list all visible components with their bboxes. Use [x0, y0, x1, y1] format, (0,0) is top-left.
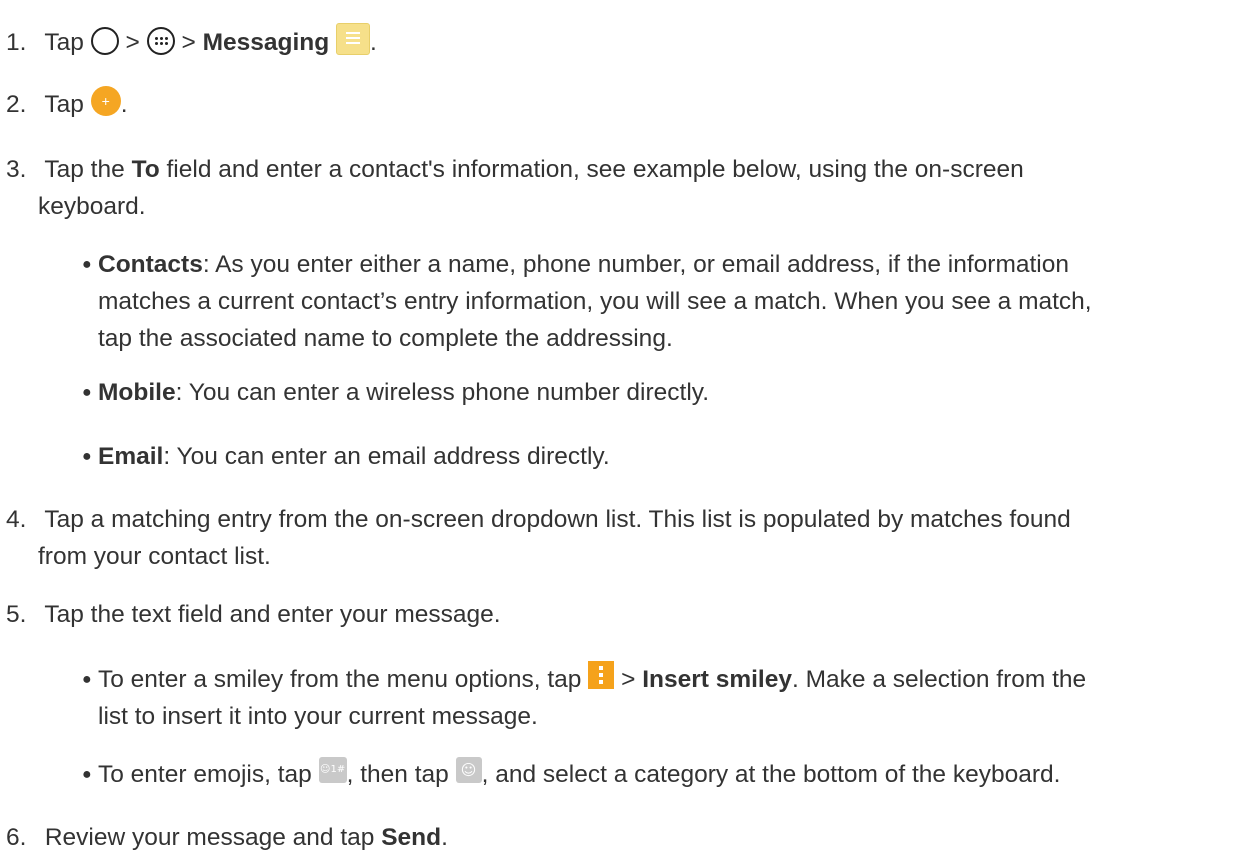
step-text: Tap the text field and enter your messag…	[44, 601, 501, 628]
compose-plus-icon: +	[90, 85, 121, 116]
step-2: 2. Tap +.	[6, 85, 1236, 123]
messaging-app-icon	[336, 22, 371, 55]
bullet-text: To enter a smiley from the menu options,…	[98, 666, 582, 693]
bullet-text: , then tap	[346, 761, 449, 788]
step-text: Tap a matching entry from the on-screen …	[44, 506, 1071, 533]
separator: >	[621, 666, 636, 693]
period: .	[370, 29, 377, 56]
step-text: keyboard.	[38, 193, 146, 220]
messaging-label: Messaging	[202, 29, 330, 56]
step-text: field and enter a contact's information,…	[166, 156, 1024, 183]
to-label: To	[131, 156, 160, 183]
bullet-text: tap the associated name to complete the …	[98, 325, 673, 352]
bullet-text: list to insert it into your current mess…	[98, 703, 538, 730]
step-5: 5. Tap the text field and enter your mes…	[6, 596, 1236, 633]
period: .	[120, 91, 128, 118]
step-text: Review your message and tap	[44, 824, 375, 851]
step-number: 5.	[6, 601, 27, 628]
bullet-email: ● Email: You can enter an email address …	[82, 438, 1238, 475]
menu-dots-icon	[588, 660, 615, 689]
bullet-text: , and select a category at the bottom of…	[481, 761, 1061, 788]
insert-smiley-label: Insert smiley	[642, 666, 792, 693]
separator: >	[125, 29, 140, 56]
step-number: 6.	[6, 824, 27, 851]
smiley-key-icon: ☺	[455, 756, 482, 783]
bullet-text: : You can enter a wireless phone number …	[175, 379, 710, 406]
apps-grid-icon	[146, 26, 175, 55]
send-label: Send	[381, 824, 442, 851]
bullet-dot: ●	[82, 766, 92, 783]
step-3: 3. Tap the To field and enter a contact'…	[6, 151, 1236, 225]
period: .	[441, 824, 448, 851]
bullet-text: : You can enter an email address directl…	[163, 443, 610, 470]
step-number: 4.	[6, 506, 27, 533]
bullet-text: : As you enter either a name, phone numb…	[202, 251, 1069, 278]
bullet-text: To enter emojis, tap	[98, 761, 312, 788]
step-4: 4. Tap a matching entry from the on-scre…	[6, 501, 1236, 575]
bullet-mobile: ● Mobile: You can enter a wireless phone…	[82, 374, 1238, 411]
mobile-label: Mobile	[98, 379, 176, 406]
step-text: Tap the	[44, 156, 125, 183]
step-number: 1.	[6, 29, 27, 56]
step-text: Tap	[44, 91, 84, 118]
step-number: 2.	[6, 91, 27, 118]
bullet-dot: ●	[82, 671, 92, 688]
home-circle-icon	[90, 26, 119, 55]
bullet-dot: ●	[82, 384, 92, 401]
bullet-contacts: ● Contacts: As you enter either a name, …	[82, 246, 1238, 357]
bullet-emoji: ● To enter emojis, tap ☺1#, then tap ☺, …	[82, 756, 1238, 793]
step-number: 3.	[6, 156, 27, 183]
bullet-text: . Make a selection from the	[792, 666, 1087, 693]
bullet-dot: ●	[82, 256, 92, 273]
symbols-key-icon: ☺1#	[318, 756, 347, 783]
step-6: 6. Review your message and tap Send.	[6, 819, 1236, 856]
step-text: Tap	[44, 29, 84, 56]
bullet-text: matches a current contact’s entry inform…	[98, 288, 1092, 315]
separator: >	[181, 29, 196, 56]
instructions-document: 1. Tap > > Messaging . 2. Tap +. 3. Tap …	[0, 0, 1250, 858]
bullet-dot: ●	[82, 448, 92, 465]
step-1: 1. Tap > > Messaging .	[6, 22, 1236, 61]
bullet-smiley: ● To enter a smiley from the menu option…	[82, 660, 1238, 735]
contacts-label: Contacts	[98, 251, 203, 278]
step-text: from your contact list.	[38, 543, 271, 570]
email-label: Email	[98, 443, 164, 470]
